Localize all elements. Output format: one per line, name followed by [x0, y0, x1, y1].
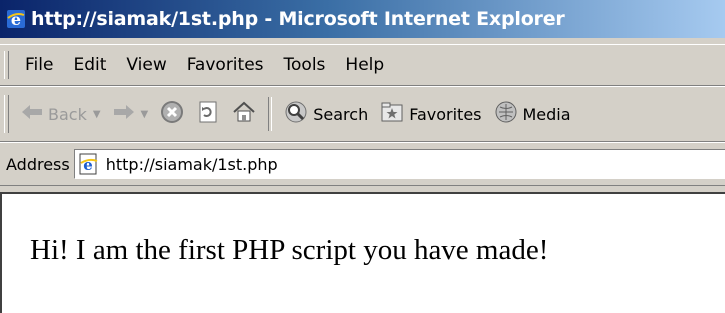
media-button[interactable]: Media [488, 94, 577, 134]
title-bar[interactable]: e http://siamak/1st.php - Microsoft Inte… [0, 0, 725, 38]
forward-dropdown-icon[interactable]: ▼ [141, 109, 149, 120]
address-bar: Address e http://siamak/1st.php [0, 142, 725, 186]
forward-arrow-icon [113, 104, 135, 124]
menu-bar: File Edit View Favorites Tools Help [0, 44, 725, 86]
menu-view[interactable]: View [116, 45, 176, 85]
favorites-label: Favorites [409, 104, 482, 124]
menu-favorites[interactable]: Favorites [177, 45, 274, 85]
svg-text:e: e [11, 10, 21, 29]
favorites-button[interactable]: Favorites [374, 94, 487, 134]
back-arrow-icon [21, 104, 43, 124]
favorites-icon [380, 101, 404, 127]
address-label: Address [6, 154, 70, 174]
media-icon [494, 100, 518, 128]
home-button[interactable] [226, 94, 262, 134]
menu-bar-grip[interactable] [4, 51, 9, 79]
stop-icon [160, 100, 184, 128]
toolbar-grip[interactable] [4, 95, 9, 133]
ie-logo-icon: e [6, 9, 26, 29]
menu-help[interactable]: Help [335, 45, 394, 85]
forward-button[interactable]: ▼ [107, 94, 155, 134]
toolbar-separator [268, 97, 273, 131]
menu-file[interactable]: File [15, 45, 63, 85]
stop-button[interactable] [154, 94, 190, 134]
search-icon [284, 100, 308, 128]
back-dropdown-icon[interactable]: ▼ [93, 109, 101, 120]
refresh-icon [196, 100, 220, 128]
ie-page-icon: e [78, 153, 100, 175]
search-button[interactable]: Search [278, 94, 374, 134]
back-button[interactable]: Back ▼ [15, 94, 107, 134]
refresh-button[interactable] [190, 94, 226, 134]
page-body-text: Hi! I am the first PHP script you have m… [30, 234, 549, 266]
media-label: Media [522, 104, 571, 124]
home-icon [232, 100, 256, 128]
back-label: Back [48, 104, 87, 124]
search-label: Search [313, 104, 369, 124]
page-viewport: Hi! I am the first PHP script you have m… [0, 192, 725, 313]
address-value: http://siamak/1st.php [105, 154, 278, 174]
standard-toolbar: Back ▼ ▼ Search Favorites Media [0, 86, 725, 142]
svg-text:e: e [83, 156, 93, 174]
menu-edit[interactable]: Edit [63, 45, 116, 85]
menu-tools[interactable]: Tools [274, 45, 336, 85]
window-title: http://siamak/1st.php - Microsoft Intern… [31, 8, 565, 30]
address-input[interactable]: e http://siamak/1st.php [73, 149, 725, 179]
